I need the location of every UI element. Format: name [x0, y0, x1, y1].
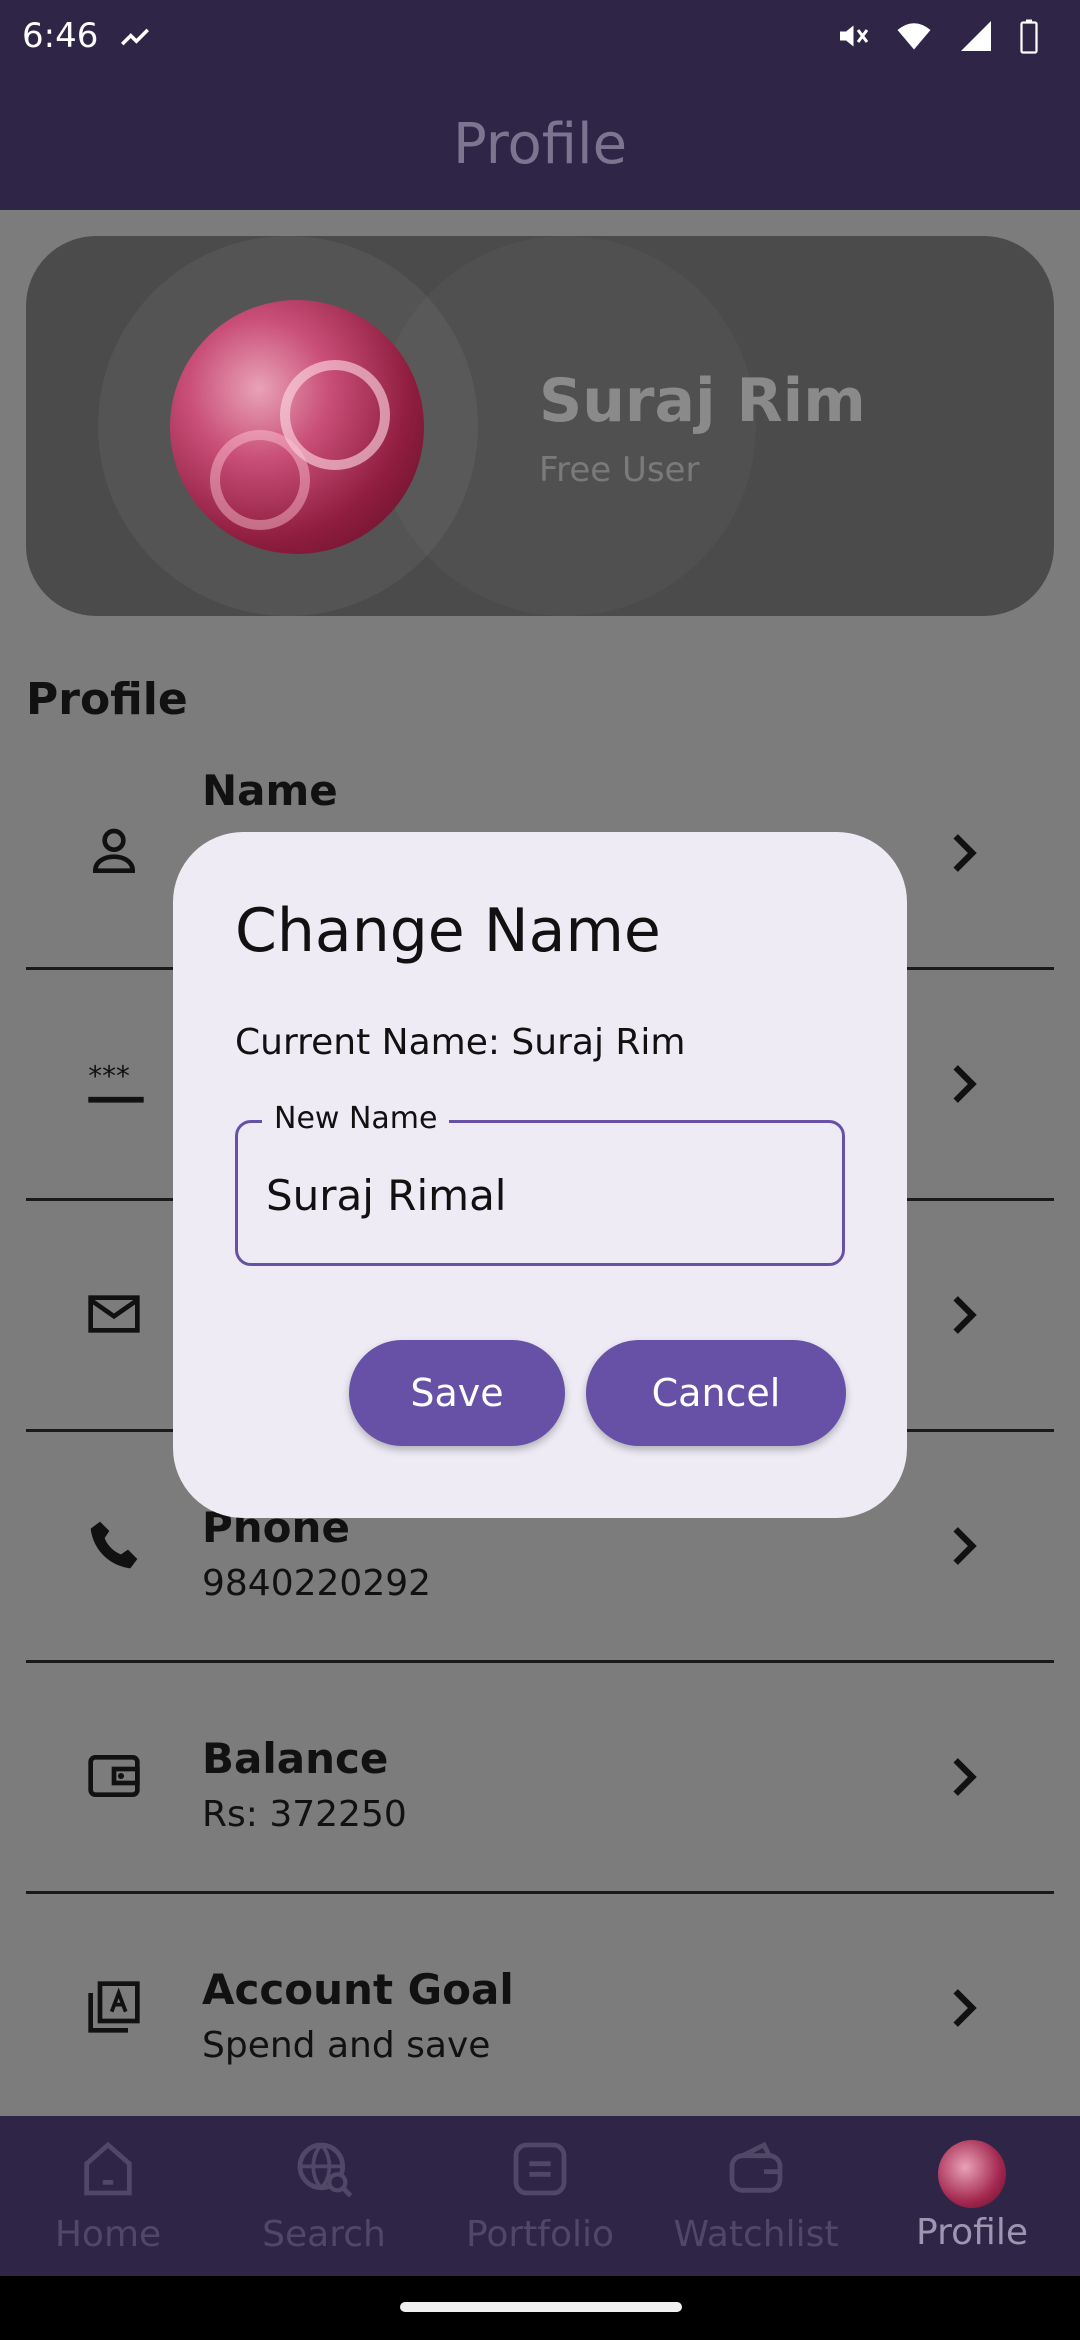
nav-label: Profile [916, 2211, 1028, 2253]
new-name-field[interactable]: New Name [235, 1101, 845, 1266]
dialog-title: Change Name [235, 896, 661, 966]
svg-text:***: *** [88, 1059, 130, 1092]
wallet-icon [724, 2137, 788, 2210]
avatar [938, 2139, 1006, 2208]
row-account-goal[interactable]: Account Goal Spend and save [26, 1895, 1054, 2125]
portfolio-icon [508, 2137, 572, 2210]
mute-icon [834, 18, 870, 58]
bottom-nav: Home Search Portfolio Watchlist Profile [0, 2116, 1080, 2276]
row-title: Name [202, 766, 338, 815]
nav-search[interactable]: Search [216, 2116, 432, 2276]
battery-icon [1018, 18, 1040, 58]
row-value: Rs: 372250 [202, 1794, 407, 1835]
row-value: Spend and save [202, 2025, 491, 2066]
nav-label: Home [54, 2214, 162, 2255]
chevron-right-icon [944, 1059, 984, 1109]
chevron-right-icon [944, 1752, 984, 1802]
chevron-right-icon [944, 1521, 984, 1571]
home-icon [76, 2137, 140, 2210]
section-title: Profile [26, 674, 188, 725]
status-icons [834, 18, 1040, 58]
nav-portfolio[interactable]: Portfolio [432, 2116, 648, 2276]
row-title: Balance [202, 1734, 389, 1783]
app-bar: Profile [0, 78, 1080, 210]
wallet-icon [86, 1748, 142, 1804]
chevron-right-icon [944, 828, 984, 878]
avatar[interactable] [170, 300, 424, 554]
chevron-right-icon [944, 1983, 984, 2033]
mail-icon [86, 1286, 142, 1342]
row-balance[interactable]: Balance Rs: 372250 [26, 1664, 1054, 1894]
chevron-right-icon [944, 1290, 984, 1340]
nav-home[interactable]: Home [0, 2116, 216, 2276]
nav-label: Portfolio [465, 2214, 615, 2255]
activity-icon [118, 20, 152, 58]
globe-search-icon [292, 2137, 356, 2210]
row-title: Account Goal [202, 1965, 514, 2014]
status-bar: 6:46 [0, 0, 1080, 78]
field-label: New Name [262, 1101, 450, 1136]
home-gesture-handle[interactable] [400, 2302, 682, 2312]
signal-icon [958, 18, 994, 58]
nav-label: Search [262, 2214, 386, 2255]
profile-plan: Free User [539, 450, 700, 490]
nav-profile[interactable]: Profile [864, 2116, 1080, 2276]
cancel-button[interactable]: Cancel [586, 1340, 846, 1446]
gesture-bar [0, 2276, 1080, 2340]
person-icon [86, 824, 142, 880]
row-value: 9840220292 [202, 1563, 432, 1604]
save-button[interactable]: Save [349, 1340, 565, 1446]
nav-label: Watchlist [673, 2214, 839, 2255]
profile-name: Suraj Rim [539, 366, 866, 436]
change-name-dialog: Change Name Current Name: Suraj Rim New … [173, 832, 907, 1518]
phone-icon [86, 1517, 142, 1573]
goal-icon [86, 1979, 142, 2035]
page-title: Profile [452, 111, 628, 177]
new-name-input[interactable] [266, 1165, 826, 1225]
nav-watchlist[interactable]: Watchlist [648, 2116, 864, 2276]
password-icon: *** [86, 1055, 144, 1111]
wifi-icon [894, 18, 934, 58]
current-name-text: Current Name: Suraj Rim [235, 1022, 686, 1063]
status-time: 6:46 [22, 16, 99, 56]
profile-card: Suraj Rim Free User [26, 236, 1054, 616]
